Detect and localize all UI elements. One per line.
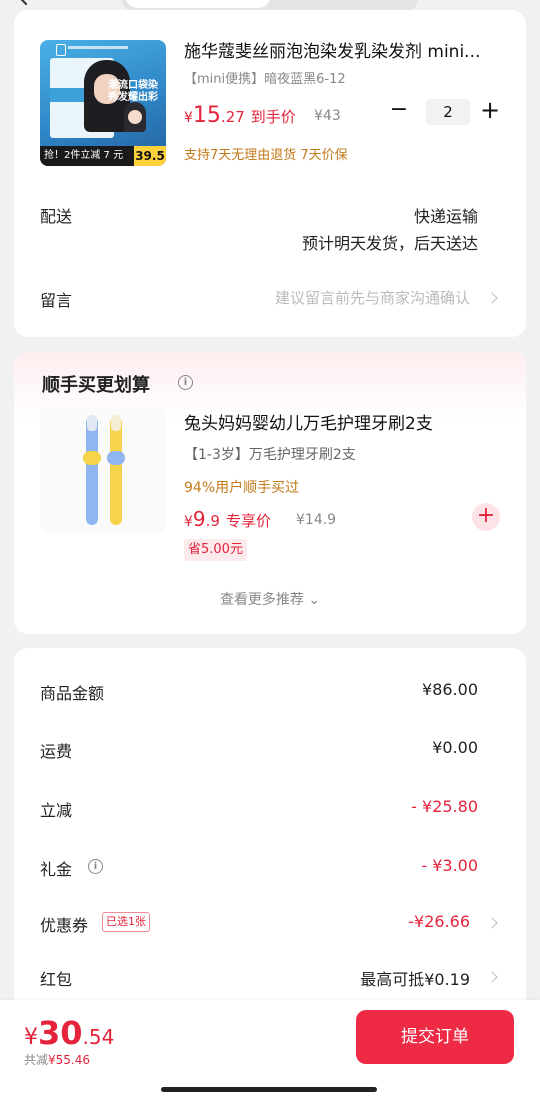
summary-label-redpacket: 红包 [40, 970, 73, 989]
addon-popularity: 94%用户顺手买过 [184, 480, 300, 496]
product-spec[interactable]: 【mini便携】暗夜蓝黑6-12 [184, 68, 346, 87]
toothbrush-blue-image [86, 417, 98, 525]
saved-value: ¥55.46 [48, 1053, 91, 1067]
addon-spec: 【1-3岁】万毛护理牙刷2支 [184, 447, 356, 463]
guarantee-text: 支持7天无理由退货 7天价保 [184, 148, 348, 163]
total-price: ¥30.54 [24, 1014, 114, 1052]
summary-label-goods: 商品金额 [40, 684, 105, 703]
quantity-input[interactable]: 2 [426, 99, 470, 125]
addon-section-title: 顺手买更划算 [42, 375, 150, 396]
coupon-chevron-icon[interactable] [486, 917, 498, 929]
summary-value-goods: ¥86.00 [422, 680, 478, 699]
summary-value-redpacket[interactable]: 最高可抵¥0.19 [360, 966, 470, 990]
addon-thumbnail[interactable] [40, 407, 166, 533]
addon-price-decimal: .9 [205, 512, 220, 530]
summary-value-shipping: ¥0.00 [432, 738, 478, 757]
message-input[interactable]: 建议留言前先与商家沟通确认 [275, 287, 470, 308]
addon-title[interactable]: 兔头妈妈婴幼儿万毛护理牙刷2支 [184, 409, 433, 434]
total-saved: 共减¥55.46 [24, 1051, 90, 1068]
doll-face [128, 110, 142, 124]
top-segment-active[interactable] [126, 0, 270, 8]
total-decimal: .54 [82, 1025, 115, 1049]
delivery-label: 配送 [40, 207, 73, 226]
price-integer: 15 [192, 103, 221, 128]
delivery-method[interactable]: 快递运输 [414, 203, 478, 227]
summary-value-coupon[interactable]: -¥26.66 [408, 912, 470, 931]
chevron-right-icon[interactable] [486, 292, 498, 304]
addon-price-currency: ¥ [184, 514, 193, 530]
addon-original-price: ¥14.9 [296, 512, 337, 528]
summary-label-discount: 立减 [40, 801, 73, 820]
product-title[interactable]: 施华蔻斐丝丽泡泡染发乳染发剂 mini... [184, 40, 500, 64]
thumb-promo-text: 潮流口袋染 秀发耀出彩 [108, 80, 158, 103]
quantity-minus-button[interactable]: − [388, 99, 410, 121]
order-summary-card: 商品金额 ¥86.00 运费 ¥0.00 立减 - ¥25.80 礼金 i - … [14, 648, 526, 1028]
price-tag: 到手价 [250, 108, 296, 126]
addon-price-integer: 9 [192, 507, 206, 531]
message-label: 留言 [40, 291, 73, 310]
addon-card: 顺手买更划算 i 兔头妈妈婴幼儿万毛护理牙刷2支 【1-3岁】万毛护理牙刷2支 … [14, 351, 526, 634]
original-price: ¥43 [314, 108, 341, 124]
product-thumbnail[interactable]: 潮流口袋染 秀发耀出彩 抢！2件立减 7 元 39.5 [40, 40, 166, 166]
summary-value-discount: - ¥25.80 [411, 797, 478, 816]
more-recommendations-link[interactable]: 查看更多推荐 ⌄ [14, 589, 526, 609]
quantity-plus-button[interactable]: + [479, 98, 501, 122]
product-card: 潮流口袋染 秀发耀出彩 抢！2件立减 7 元 39.5 施华蔻斐丝丽泡泡染发乳染… [14, 10, 526, 337]
coupon-selected-tag: 已选1张 [102, 912, 150, 932]
addon-price-tag: 专享价 [225, 512, 271, 530]
saved-label: 共减 [24, 1053, 49, 1067]
brand-logo-icon [56, 44, 66, 56]
redpacket-chevron-icon[interactable] [486, 971, 498, 983]
summary-label-coupon: 优惠券 [40, 916, 89, 935]
submit-order-button[interactable]: 提交订单 [356, 1010, 514, 1064]
summary-label-gift: 礼金 [40, 860, 73, 879]
addon-price: ¥9.9 专享价 [184, 507, 271, 531]
toothbrush-yellow-image [110, 417, 122, 525]
delivery-eta: 预计明天发货，后天送达 [301, 234, 478, 253]
gift-info-icon[interactable]: i [88, 859, 103, 874]
addon-add-button[interactable]: + [472, 503, 500, 531]
brush-ring-blue [83, 451, 101, 465]
total-integer: 30 [38, 1014, 83, 1052]
brush-head-blue [87, 415, 97, 431]
summary-value-gift: - ¥3.00 [421, 856, 478, 875]
brush-head-yellow [111, 415, 121, 431]
info-icon[interactable]: i [178, 375, 193, 390]
brush-ring-yellow [107, 451, 125, 465]
home-indicator[interactable] [161, 1087, 377, 1092]
back-icon[interactable] [14, 0, 38, 6]
checkout-bar: ¥30.54 共减¥55.46 提交订单 [0, 1000, 540, 1103]
addon-save-badge: 省5.00元 [184, 539, 247, 561]
summary-label-shipping: 运费 [40, 742, 73, 761]
thumb-price-tag: 39.5 [134, 146, 166, 166]
price-currency: ¥ [184, 110, 193, 126]
product-price: ¥15.27 到手价 [184, 103, 296, 128]
price-decimal: .27 [220, 108, 245, 126]
total-currency: ¥ [24, 1025, 38, 1050]
thumb-header-line [68, 46, 128, 49]
